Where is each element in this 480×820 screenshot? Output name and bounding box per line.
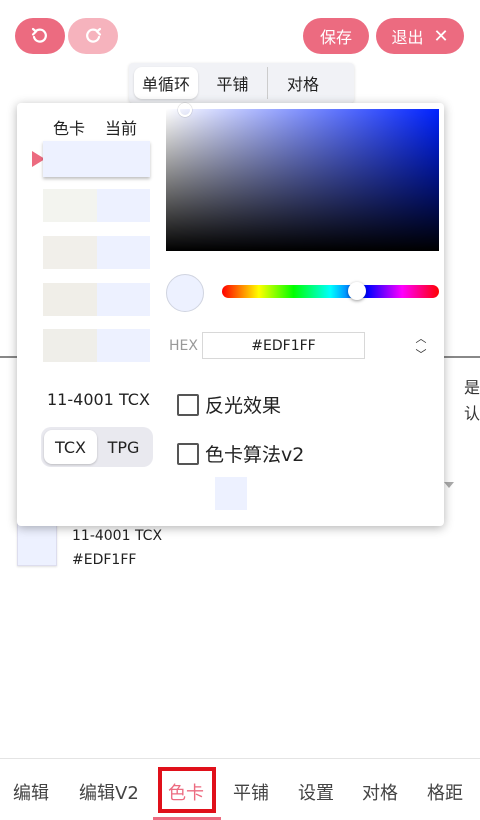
saturation-value-handle[interactable] xyxy=(178,103,192,117)
swatch-row[interactable] xyxy=(43,236,150,269)
card-swatch xyxy=(43,283,97,316)
nav-item-edit-v2[interactable]: 编辑V2 xyxy=(79,779,139,805)
card-swatch xyxy=(43,189,97,222)
hex-input[interactable] xyxy=(202,332,365,359)
system-option-tpg[interactable]: TPG xyxy=(97,430,150,464)
column-header-card: 色卡 xyxy=(53,119,86,138)
color-system-toggle: TCX TPG xyxy=(41,427,153,467)
current-swatch xyxy=(96,236,150,269)
card-swatch xyxy=(43,236,97,269)
exit-button[interactable]: 退出 ✕ xyxy=(376,18,464,54)
selected-color-swatch[interactable] xyxy=(17,522,57,566)
swatch-row[interactable] xyxy=(43,283,150,316)
nav-item-edit[interactable]: 编辑 xyxy=(13,779,49,805)
exit-label: 退出 xyxy=(391,28,424,47)
hue-slider[interactable] xyxy=(222,285,439,298)
saturation-value-area[interactable] xyxy=(166,109,439,251)
checkbox-box[interactable] xyxy=(177,442,199,465)
swatch-row[interactable] xyxy=(43,329,150,362)
bottom-nav: 编辑 编辑V2 色卡 平铺 设置 对格 格距 xyxy=(0,758,480,820)
checkbox-label: 反光效果 xyxy=(205,395,282,417)
save-label: 保存 xyxy=(319,28,352,47)
hue-slider-handle[interactable] xyxy=(348,282,366,300)
format-toggle[interactable]: ︿ ﹀ xyxy=(413,333,429,361)
tab-tile[interactable]: 平铺 xyxy=(198,67,268,99)
current-swatch xyxy=(96,329,150,362)
undo-icon xyxy=(31,27,47,43)
system-option-tcx[interactable]: TCX xyxy=(44,430,97,464)
chevron-down-icon: ﹀ xyxy=(415,348,427,361)
save-button[interactable]: 保存 xyxy=(303,18,369,54)
current-swatch xyxy=(96,283,150,316)
checkbox-label: 色卡算法v2 xyxy=(205,444,305,466)
selected-color-hex: #EDF1FF xyxy=(72,552,137,568)
close-icon: ✕ xyxy=(433,25,449,47)
clipped-text: 认 xyxy=(463,404,480,423)
hex-label: HEX xyxy=(169,338,198,354)
color-code-label: 11-4001 TCX xyxy=(47,390,150,409)
algorithm-v2-checkbox[interactable]: 色卡算法v2 xyxy=(177,440,304,467)
nav-item-tile[interactable]: 平铺 xyxy=(233,779,269,805)
mode-tabs: 单循环 平铺 对格 xyxy=(129,63,354,103)
dropdown-arrow-icon[interactable] xyxy=(444,482,454,488)
result-swatch xyxy=(215,477,247,510)
checkbox-box[interactable] xyxy=(177,393,199,416)
color-picker-popup: 色卡 当前 11-4001 TCX TCX TPG HEX ︿ ﹀ 反光效果 色… xyxy=(17,103,444,526)
tab-align[interactable]: 对格 xyxy=(268,67,338,99)
nav-item-settings[interactable]: 设置 xyxy=(298,779,334,805)
tab-single-loop[interactable]: 单循环 xyxy=(134,67,198,99)
swatch-row-selected[interactable] xyxy=(43,141,150,177)
nav-item-spacing[interactable]: 格距 xyxy=(427,779,463,805)
reflect-effect-checkbox[interactable]: 反光效果 xyxy=(177,391,281,418)
column-header-current: 当前 xyxy=(105,119,138,138)
undo-button[interactable] xyxy=(15,18,65,54)
current-swatch xyxy=(96,189,150,222)
chevron-up-icon: ︿ xyxy=(415,332,427,345)
clipped-text: 是 xyxy=(463,378,480,397)
selected-color-code: 11-4001 TCX xyxy=(72,528,163,544)
card-swatch xyxy=(43,329,97,362)
nav-item-align[interactable]: 对格 xyxy=(362,779,398,805)
redo-icon xyxy=(86,27,102,43)
redo-button[interactable] xyxy=(68,18,118,54)
highlight-box xyxy=(158,767,216,813)
color-preview xyxy=(166,274,204,312)
swatch-row[interactable] xyxy=(43,189,150,222)
